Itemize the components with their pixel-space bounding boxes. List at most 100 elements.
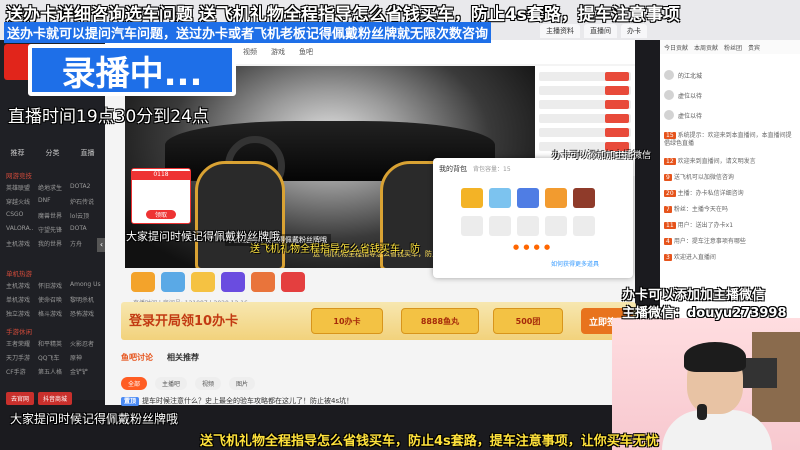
avatar — [664, 70, 674, 80]
category-link[interactable]: 绝地求生 — [38, 183, 70, 192]
category-link[interactable]: 黎明杀机 — [70, 295, 102, 304]
category-link[interactable]: lol云顶 — [70, 211, 102, 220]
nav-item[interactable]: 视频 — [243, 47, 257, 57]
overlay-fans-reminder-bottom: 大家提问时候记得佩戴粉丝牌哦 — [10, 412, 179, 426]
category-link[interactable]: 我的世界 — [38, 239, 70, 248]
category-link[interactable]: 主机游戏 — [6, 239, 38, 248]
category-link[interactable]: 天刀手游 — [6, 353, 38, 362]
rank-row[interactable]: 的江北城 — [664, 68, 796, 82]
category-link[interactable]: Among Us — [70, 281, 102, 290]
microphone-icon — [697, 404, 707, 420]
backpack-title: 我的背包 — [439, 165, 467, 173]
filter-chip[interactable]: 视频 — [195, 377, 222, 390]
category-link[interactable]: 英雄联盟 — [6, 183, 38, 192]
category-link[interactable]: 独立游戏 — [6, 309, 38, 318]
overlay-wechat-mid: 办卡可以添加加主播微信 — [552, 151, 652, 161]
category-link[interactable]: 守望先锋 — [38, 225, 70, 234]
category-link[interactable]: VALORA.. — [6, 225, 38, 234]
gift-icon[interactable] — [281, 272, 305, 292]
sidebar-footer-button[interactable]: 抖音商城 — [38, 392, 73, 405]
category-link[interactable]: 王者荣耀 — [6, 339, 38, 348]
pinned-post[interactable]: 置顶 提车时候注意什么？史上最全的验车攻略都在这儿了！防止被4s坑！ — [121, 396, 353, 406]
overlay-wechat-line1: 办卡可以添加加主播微信 — [622, 288, 766, 303]
overlay-top-subbanner: 送办卡就可以提问汽车问题，送过办卡或者飞机老板记得佩戴粉丝牌就无限次数咨询 — [4, 22, 492, 43]
red-packet-claim-button[interactable]: 领取 — [146, 210, 176, 219]
backpack-item-icon[interactable] — [545, 188, 567, 208]
promo-reward-card[interactable]: 10办卡 — [311, 308, 383, 334]
backpack-slot[interactable] — [573, 216, 595, 236]
gift-icon[interactable] — [191, 272, 215, 292]
category-link[interactable]: 怀旧游戏 — [38, 281, 70, 290]
backpack-pager[interactable]: ● ● ● ● — [513, 243, 551, 251]
replay-badge: 录播中... — [28, 44, 236, 96]
category-link[interactable]: 原神 — [70, 353, 102, 362]
filter-chip[interactable]: 图片 — [229, 377, 256, 390]
category-link[interactable]: 格斗游戏 — [38, 309, 70, 318]
category-link[interactable]: DOTA — [70, 225, 102, 234]
category-link[interactable]: 魔兽世界 — [38, 211, 70, 220]
rank-row[interactable]: 虚位以待 — [664, 108, 796, 122]
category-link[interactable]: CSGO — [6, 211, 38, 220]
category-link[interactable]: DNF — [38, 197, 70, 206]
screen-root: 主播资料 直播间 办卡 推荐 分类 直播 网游竞技 英雄联盟 绝地求生 DOTA… — [0, 0, 800, 450]
gift-icon[interactable] — [131, 272, 155, 292]
rank-tab[interactable]: 今日贡献 — [664, 43, 688, 52]
category-link[interactable]: CF手游 — [6, 367, 38, 376]
gift-icon[interactable] — [161, 272, 185, 292]
category-link[interactable]: 穿越火线 — [6, 197, 38, 206]
gift-bar — [125, 270, 625, 294]
category-link[interactable]: 和平精英 — [38, 339, 70, 348]
gift-icon[interactable] — [221, 272, 245, 292]
category-link[interactable]: QQ飞车 — [38, 353, 70, 362]
tab-fishbar[interactable]: 鱼吧讨论 — [121, 352, 153, 366]
nav-item[interactable]: 鱼吧 — [299, 47, 313, 57]
sidebar-footer-button[interactable]: 去官网 — [6, 392, 35, 405]
backpack-item-icon[interactable] — [489, 188, 511, 208]
signin-promo-banner: 登录开局领10办卡 10办卡 8888鱼丸 500团 立即签到 — [121, 302, 636, 340]
rank-row[interactable]: 虚位以待 — [664, 88, 796, 102]
promo-reward-team[interactable]: 500团 — [493, 308, 563, 334]
tab-recommend[interactable]: 相关推荐 — [167, 352, 199, 366]
streamer-hair — [684, 342, 746, 372]
browser-tab[interactable]: 办卡 — [621, 24, 647, 38]
category-link[interactable]: 恐怖游戏 — [70, 309, 102, 318]
browser-tab-strip: 主播资料 直播间 办卡 — [540, 24, 647, 38]
rank-tab[interactable]: 贵宾 — [748, 43, 760, 52]
gift-icon[interactable] — [251, 272, 275, 292]
browser-tab[interactable]: 主播资料 — [540, 24, 580, 38]
category-link[interactable]: DOTA2 — [70, 183, 102, 192]
backpack-item-icon[interactable] — [517, 188, 539, 208]
category-link[interactable]: 金铲铲 — [70, 367, 102, 376]
bottom-tabs: 鱼吧讨论 相关推荐 — [121, 352, 621, 366]
red-packet-card[interactable]: 0118 领取 — [131, 168, 191, 224]
chat-message: 4 用户：提车注意事项有哪些 — [664, 238, 746, 245]
nav-item[interactable]: 游戏 — [271, 47, 285, 57]
category-link[interactable]: 炉石传说 — [70, 197, 102, 206]
promo-title: 登录开局领10办卡 — [129, 314, 239, 329]
rank-username: 虚位以待 — [678, 112, 703, 120]
backpack-item-icon[interactable] — [461, 188, 483, 208]
filter-chip[interactable]: 全部 — [121, 377, 148, 390]
category-link[interactable]: 第五人格 — [38, 367, 70, 376]
backpack-slot[interactable] — [517, 216, 539, 236]
backpack-slot[interactable] — [461, 216, 483, 236]
backpack-slot[interactable] — [489, 216, 511, 236]
backpack-slot[interactable] — [545, 216, 567, 236]
backpack-more-link[interactable]: 如何获得更多道具 — [551, 259, 599, 268]
avatar — [664, 90, 674, 100]
promo-reward-fishball[interactable]: 8888鱼丸 — [401, 308, 479, 334]
browser-tab[interactable]: 直播间 — [584, 24, 617, 38]
backpack-item-icon[interactable] — [573, 188, 595, 208]
pinned-post-text[interactable]: 提车时候注意什么？史上最全的验车攻略都在这儿了！防止被4s坑！ — [142, 397, 353, 405]
sidebar-nav-item[interactable]: 推荐 — [11, 148, 25, 158]
rank-tab[interactable]: 本周贡献 — [694, 43, 718, 52]
filter-chip[interactable]: 主播吧 — [155, 377, 188, 390]
category-link[interactable]: 使命召唤 — [38, 295, 70, 304]
category-link[interactable]: 单机游戏 — [6, 295, 38, 304]
sidebar-nav-item[interactable]: 分类 — [46, 148, 60, 158]
category-link[interactable]: 主机游戏 — [6, 281, 38, 290]
category-link[interactable]: 火影忍者 — [70, 339, 102, 348]
sidebar-nav-item[interactable]: 直播 — [81, 148, 95, 158]
chat-message: 12 欢迎来到直播间，请文明发言 — [664, 158, 756, 165]
rank-tab[interactable]: 粉丝团 — [724, 43, 742, 52]
